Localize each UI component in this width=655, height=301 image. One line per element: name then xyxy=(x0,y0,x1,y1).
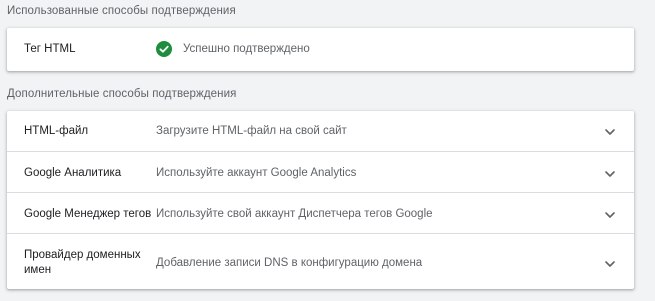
additional-methods-card: HTML-файл Загрузите HTML-файл на свой са… xyxy=(7,111,634,289)
method-row-domain-provider[interactable]: Провайдер доменных имен Добавление запис… xyxy=(7,234,634,289)
method-row-google-analytics[interactable]: Google Аналитика Используйте аккаунт Goo… xyxy=(7,152,634,192)
verified-methods-card: Тег HTML Успешно подтверждено xyxy=(7,28,634,71)
method-description: Используйте свой аккаунт Диспетчера тего… xyxy=(156,208,433,220)
verified-status-text: Успешно подтверждено xyxy=(183,43,310,55)
method-description: Используйте аккаунт Google Analytics xyxy=(156,167,357,179)
used-methods-heading: Использованные способы подтверждения xyxy=(7,5,236,17)
method-description: Добавление записи DNS в конфигурацию дом… xyxy=(156,257,423,269)
chevron-down-icon[interactable] xyxy=(603,167,617,181)
chevron-down-icon[interactable] xyxy=(603,208,617,222)
method-label-line1: Провайдер доменных xyxy=(24,249,141,261)
method-description: Загрузите HTML-файл на свой сайт xyxy=(156,125,347,137)
method-label: Google Менеджер тегов xyxy=(24,208,152,220)
method-label-line2: имен xyxy=(24,264,52,276)
chevron-down-icon[interactable] xyxy=(603,257,617,271)
method-row-html-file[interactable]: HTML-файл Загрузите HTML-файл на свой са… xyxy=(7,111,634,151)
chevron-down-icon[interactable] xyxy=(603,125,617,139)
verified-method-label: Тег HTML xyxy=(24,43,76,55)
additional-methods-heading: Дополнительные способы подтверждения xyxy=(7,88,237,100)
method-label: HTML-файл xyxy=(24,125,89,137)
check-circle-icon xyxy=(156,41,172,57)
method-row-tag-manager[interactable]: Google Менеджер тегов Используйте свой а… xyxy=(7,193,634,233)
method-label: Google Аналитика xyxy=(24,167,122,179)
